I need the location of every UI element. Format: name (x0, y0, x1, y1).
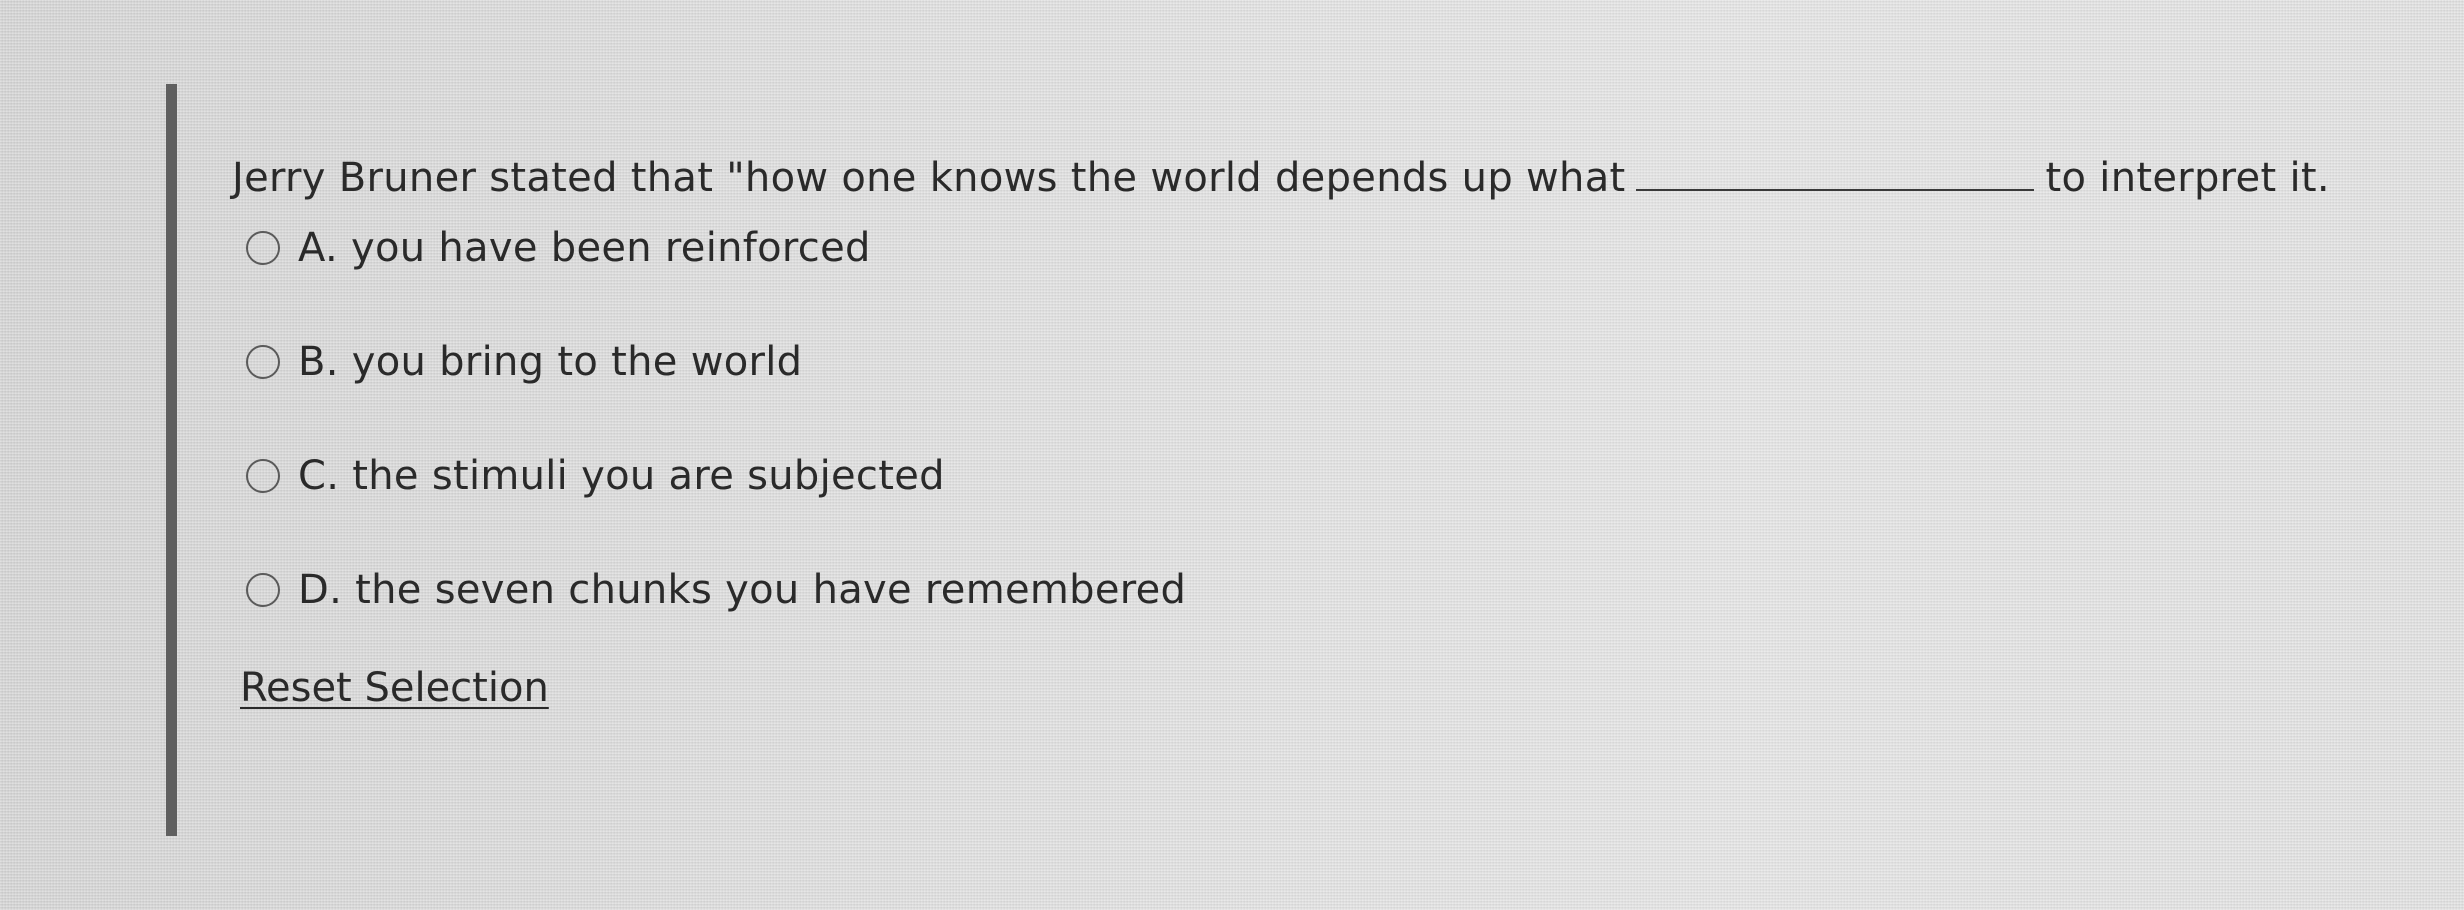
option-b-label[interactable]: B. you bring to the world (298, 332, 802, 392)
question-stem-after: to interpret it. (2045, 155, 2330, 201)
option-c-label[interactable]: C. the stimuli you are subjected (298, 446, 945, 506)
reset-selection-link[interactable]: Reset Selection (240, 658, 549, 718)
question-accent-bar (166, 84, 177, 836)
fill-in-blank (1635, 149, 2034, 191)
answer-options: A. you have been reinforced B. you bring… (246, 218, 1186, 674)
option-a[interactable]: A. you have been reinforced (246, 218, 1186, 278)
radio-button-icon[interactable] (246, 573, 280, 607)
option-d-label[interactable]: D. the seven chunks you have remembered (298, 560, 1186, 620)
option-d[interactable]: D. the seven chunks you have remembered (246, 560, 1186, 620)
option-c[interactable]: C. the stimuli you are subjected (246, 446, 1186, 506)
radio-button-icon[interactable] (246, 345, 280, 379)
radio-button-icon[interactable] (246, 231, 280, 265)
radio-button-icon[interactable] (246, 459, 280, 493)
option-a-label[interactable]: A. you have been reinforced (298, 218, 871, 278)
option-b[interactable]: B. you bring to the world (246, 332, 1186, 392)
question-stem: Jerry Bruner stated that "how one knows … (232, 148, 2330, 208)
question-stem-before: Jerry Bruner stated that "how one knows … (232, 155, 1626, 201)
question-card: Jerry Bruner stated that "how one knows … (166, 80, 2406, 840)
